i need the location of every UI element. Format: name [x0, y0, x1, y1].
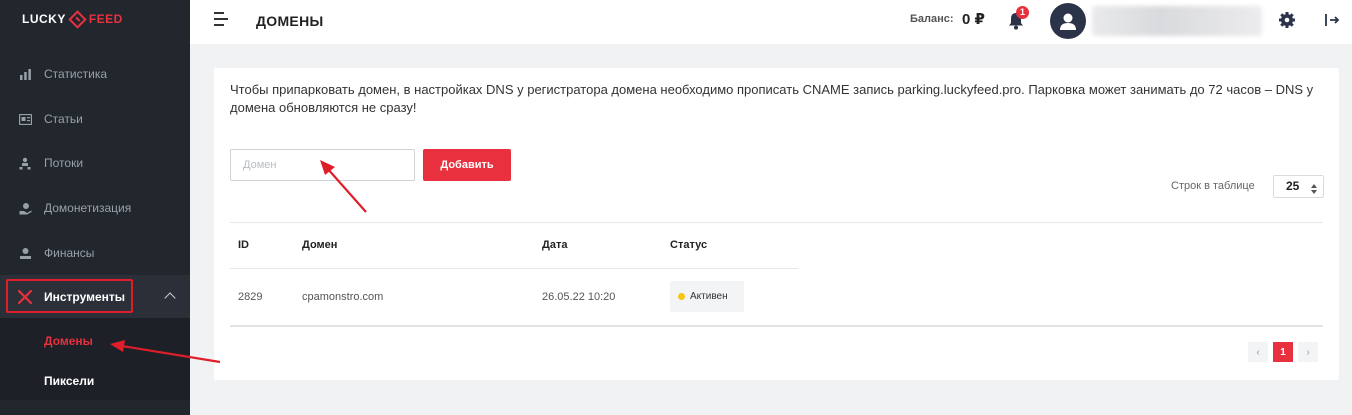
- finance-icon: [18, 246, 32, 260]
- domains-card: Чтобы припарковать домен, в настройках D…: [214, 68, 1339, 380]
- sidebar-item-flows[interactable]: Потоки: [0, 141, 190, 185]
- status-dot-icon: [678, 293, 685, 300]
- logo-icon: [68, 9, 87, 29]
- top-header: ДОМЕНЫ Баланс: 0 ₽ 1: [190, 0, 1352, 44]
- sidebar-item-statistics[interactable]: Статистика: [0, 52, 190, 96]
- sidebar-item-label: Потоки: [44, 156, 84, 170]
- domain-input[interactable]: [230, 149, 415, 181]
- submenu-item-domains[interactable]: Домены: [44, 334, 93, 348]
- articles-icon: [18, 112, 32, 126]
- sidebar-item-label: Статистика: [44, 67, 108, 81]
- gear-icon[interactable]: [1278, 11, 1296, 29]
- sidebar-item-articles[interactable]: Статьи: [0, 97, 190, 141]
- column-header-id[interactable]: ID: [238, 239, 249, 251]
- balance-value: 0 ₽: [962, 11, 985, 28]
- rows-per-page-value: 25: [1286, 179, 1300, 193]
- balance-label: Баланс:: [910, 13, 954, 25]
- sidebar: LUCKY FEED Статистика Статьи Потоки Домо…: [0, 0, 190, 415]
- logo-text-lucky: LUCKY: [22, 12, 66, 26]
- logo-text-feed: FEED: [88, 12, 123, 26]
- cell-date: 26.05.22 10:20: [542, 291, 616, 303]
- column-header-date[interactable]: Дата: [542, 239, 567, 251]
- rows-per-page-select[interactable]: 25: [1273, 175, 1324, 198]
- sidebar-item-monetization[interactable]: Домонетизация: [0, 186, 190, 230]
- logout-icon[interactable]: [1324, 12, 1340, 28]
- status-text: Активен: [690, 291, 728, 302]
- avatar: [1050, 3, 1086, 39]
- logo[interactable]: LUCKY FEED: [22, 9, 123, 29]
- annotation-highlight-frame: [6, 279, 133, 313]
- chart-icon: [18, 67, 32, 81]
- cell-domain: cpamonstro.com: [302, 291, 384, 303]
- rows-per-page-label: Строк в таблице: [1171, 180, 1255, 192]
- chevron-up-icon[interactable]: [164, 292, 176, 304]
- table-header-divider: [230, 268, 798, 269]
- monetization-icon: [18, 201, 32, 215]
- status-badge: Активен: [670, 281, 744, 312]
- sidebar-item-finance[interactable]: Финансы: [0, 231, 190, 275]
- menu-toggle-icon[interactable]: [214, 12, 228, 26]
- parking-notice: Чтобы припарковать домен, в настройках D…: [230, 82, 1314, 115]
- sidebar-item-label: Статьи: [44, 112, 83, 126]
- cell-id: 2829: [238, 291, 263, 303]
- table-bottom-divider: [230, 325, 1323, 327]
- flows-icon: [18, 156, 32, 170]
- sidebar-item-label: Финансы: [44, 246, 95, 260]
- pagination-prev-button[interactable]: ‹: [1248, 342, 1268, 362]
- sort-arrows-icon: [1311, 181, 1317, 194]
- pagination-next-button[interactable]: ›: [1298, 342, 1318, 362]
- user-name-blurred: [1092, 6, 1262, 36]
- pagination-page-current[interactable]: 1: [1273, 342, 1293, 362]
- divider: [230, 222, 1323, 223]
- column-header-status[interactable]: Статус: [670, 239, 707, 251]
- sidebar-item-label: Домонетизация: [44, 201, 132, 215]
- page-title: ДОМЕНЫ: [256, 13, 324, 29]
- user-menu[interactable]: [1050, 2, 1262, 40]
- add-domain-button[interactable]: Добавить: [423, 149, 511, 181]
- submenu-item-pixels[interactable]: Пиксели: [44, 374, 94, 388]
- submenu: [0, 318, 190, 400]
- column-header-domain[interactable]: Домен: [302, 239, 337, 251]
- notification-badge: 1: [1016, 6, 1029, 19]
